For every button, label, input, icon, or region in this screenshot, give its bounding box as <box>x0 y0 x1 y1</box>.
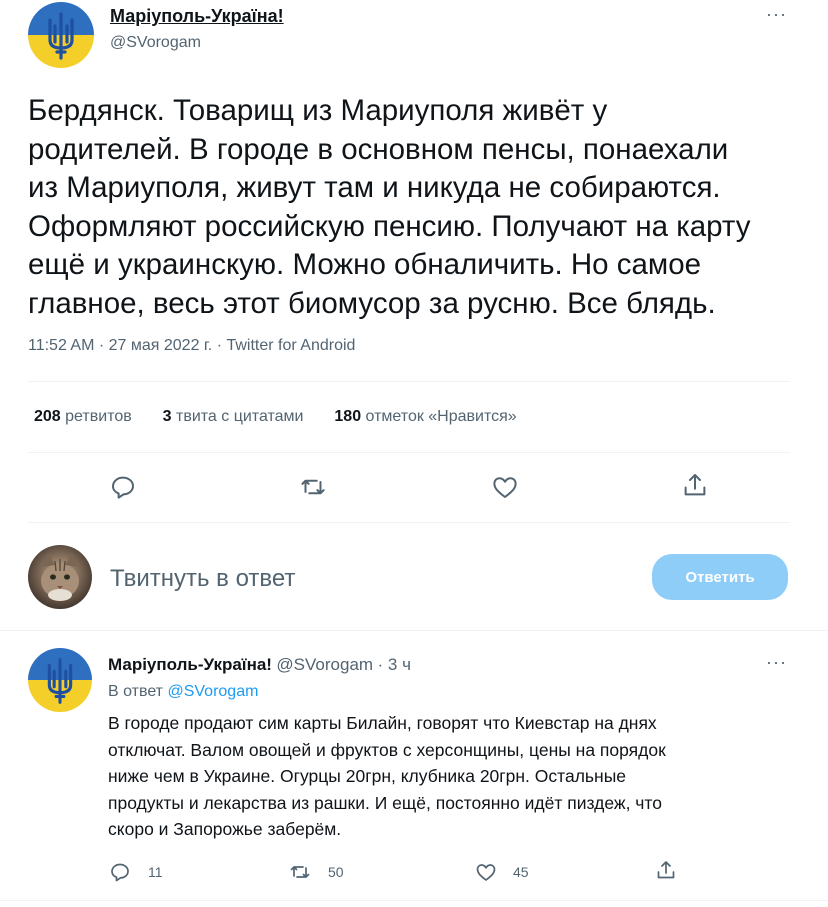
reply-author-handle[interactable]: @SVorogam <box>276 655 373 674</box>
like-count: 45 <box>513 864 529 880</box>
retweet-count: 50 <box>328 864 344 880</box>
likes-label: отметок «Нравится» <box>365 408 517 425</box>
reply-icon[interactable] <box>108 472 138 502</box>
author-avatar[interactable] <box>28 2 94 68</box>
reply-author-avatar[interactable] <box>28 648 92 712</box>
divider <box>0 900 828 901</box>
like-icon[interactable] <box>490 472 520 502</box>
quotes-count: 3 <box>162 408 172 425</box>
reply-to-line: В ответ @SVorogam <box>108 683 258 701</box>
trident-icon <box>47 658 73 704</box>
author-handle[interactable]: @SVorogam <box>110 34 201 52</box>
retweet-icon[interactable] <box>288 860 312 884</box>
reply-count: 11 <box>148 864 163 880</box>
tweet-stats: 208 ретвитов 3 твита с цитатами 180 отме… <box>34 408 517 426</box>
reply-to-label: В ответ <box>108 683 164 700</box>
reply-text-line: ниже чем в Украине. Огурцы 20грн, клубни… <box>108 766 627 786</box>
reply-input[interactable]: Твитнуть в ответ <box>110 565 295 593</box>
more-dots-icon[interactable]: ··· <box>766 4 787 25</box>
reply-author-name[interactable]: Маріуполь-Україна! <box>108 655 272 674</box>
tweet-text-line: Бердянск. Товарищ из Мариуполя живёт у <box>28 94 608 127</box>
quotes-stat[interactable]: 3 твита с цитатами <box>163 408 308 425</box>
share-icon[interactable] <box>654 858 678 882</box>
likes-count: 180 <box>334 408 362 425</box>
likes-stat[interactable]: 180 отметок «Нравится» <box>334 408 516 425</box>
reply-text-line: скоро и Запорожье заберём. <box>108 819 342 839</box>
reply-text-line: В городе продают сим карты Билайн, говор… <box>108 713 657 733</box>
reply-time[interactable]: · 3 ч <box>378 655 411 674</box>
divider <box>0 630 828 631</box>
reply-icon[interactable] <box>108 860 132 884</box>
divider <box>28 452 790 453</box>
retweets-count: 208 <box>34 408 61 425</box>
tweet-text-line: главное, весь этот биомусор за русню. Вс… <box>28 286 716 320</box>
divider <box>28 522 790 523</box>
quotes-label: твита с цитатами <box>176 408 304 425</box>
trident-icon <box>48 12 74 60</box>
divider <box>28 381 790 382</box>
user-avatar[interactable] <box>28 545 92 609</box>
reply-text-line: отключат. Валом овощей и фруктов с херсо… <box>108 739 666 760</box>
like-icon[interactable] <box>474 860 498 884</box>
tweet-text-line: из Мариуполя, живут там и никуда не соби… <box>28 171 721 204</box>
author-name[interactable]: Маріуполь-Україна! <box>110 6 284 27</box>
reply-text-line: продукты и лекарства из рашки. И ещё, по… <box>108 792 662 813</box>
reply-header: Маріуполь-Україна! @SVorogam · 3 ч <box>108 655 411 675</box>
tweet-text-line: родителей. В городе в основном пенсы, по… <box>28 132 729 166</box>
tweet-text-line: ещё и украинскую. Можно обналичить. Но с… <box>28 248 702 281</box>
reply-text: В городе продают сим карты Билайн, говор… <box>108 710 758 843</box>
retweets-label: ретвитов <box>65 408 132 425</box>
cat-photo-icon <box>41 553 79 601</box>
reply-to-handle[interactable]: @SVorogam <box>167 683 258 700</box>
retweet-icon[interactable] <box>298 472 328 502</box>
retweets-stat[interactable]: 208 ретвитов <box>34 408 136 425</box>
tweet-text: Бердянск. Товарищ из Мариуполя живёт у р… <box>28 92 798 323</box>
more-dots-icon[interactable]: ··· <box>766 652 787 673</box>
reply-button[interactable]: Ответить <box>652 554 788 600</box>
tweet-timestamp[interactable]: 11:52 AM · 27 мая 2022 г. · Twitter for … <box>28 337 355 355</box>
share-icon[interactable] <box>680 470 710 500</box>
tweet-text-line: Оформляют российскую пенсию. Получают на… <box>28 209 751 243</box>
